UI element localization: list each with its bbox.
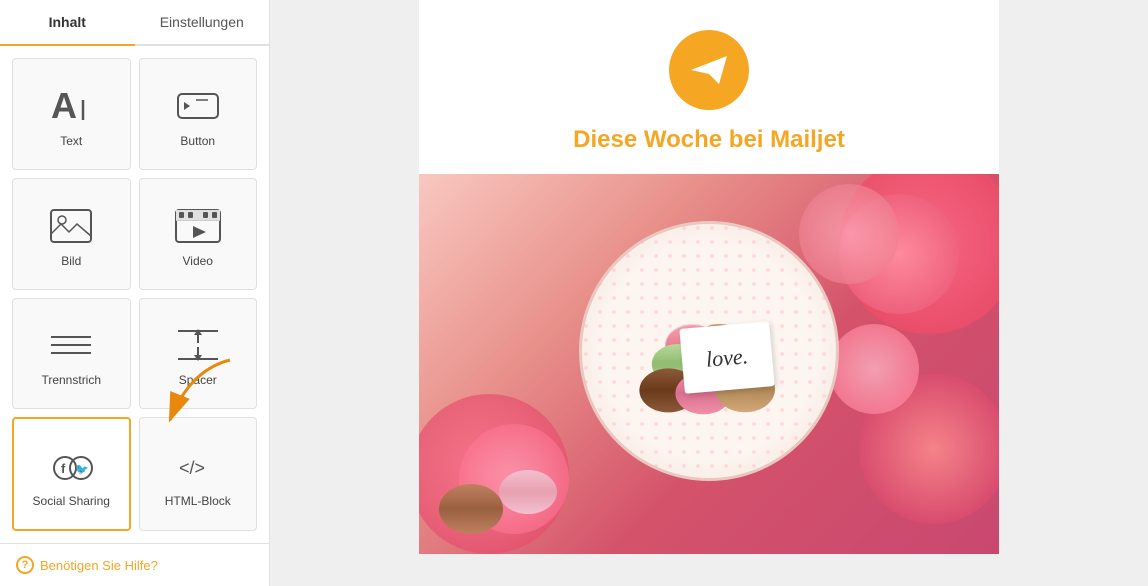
widget-bild[interactable]: Bild [12, 178, 131, 290]
widget-social-label: Social Sharing [33, 494, 110, 508]
widget-grid: A Text Button Bild [0, 46, 269, 543]
svg-text:</>: </> [179, 458, 205, 478]
text-icon: A [47, 86, 95, 126]
widget-html-label: HTML-Block [165, 494, 231, 508]
question-icon: ? [16, 556, 34, 574]
widget-text[interactable]: A Text [12, 58, 131, 170]
widget-button-label: Button [180, 134, 215, 148]
widget-button[interactable]: Button [139, 58, 258, 170]
widget-trennstrich[interactable]: Trennstrich [12, 298, 131, 410]
social-icon: f 🐦 [47, 446, 95, 486]
divider-icon [47, 325, 95, 365]
tab-inhalt[interactable]: Inhalt [0, 0, 135, 46]
tab-einstellungen[interactable]: Einstellungen [135, 0, 270, 44]
svg-text:🐦: 🐦 [75, 464, 89, 476]
email-title: Diese Woche bei Mailjet [573, 126, 845, 154]
spacer-icon [174, 325, 222, 365]
help-label: Benötigen Sie Hilfe? [40, 558, 158, 573]
widget-trennstrich-label: Trennstrich [41, 373, 101, 387]
image-icon [47, 206, 95, 246]
sidebar-tabs: Inhalt Einstellungen [0, 0, 269, 46]
logo-icon [687, 48, 731, 92]
video-icon [174, 206, 222, 246]
svg-text:A: A [51, 86, 77, 126]
email-header: Diese Woche bei Mailjet [419, 0, 999, 174]
sidebar: Inhalt Einstellungen A Text Button [0, 0, 270, 586]
widget-video-label: Video [183, 254, 213, 268]
widget-spacer[interactable]: Spacer [139, 298, 258, 410]
logo-circle [669, 30, 749, 110]
widget-text-label: Text [60, 134, 82, 148]
main-content: Diese Woche bei Mailjet love. [270, 0, 1148, 586]
help-link[interactable]: ? Benötigen Sie Hilfe? [16, 556, 253, 574]
email-preview: Diese Woche bei Mailjet love. [419, 0, 999, 554]
widget-spacer-label: Spacer [179, 373, 217, 387]
widget-html-block[interactable]: </> HTML-Block [139, 417, 258, 531]
love-card: love. [679, 321, 774, 394]
svg-text:f: f [61, 461, 66, 476]
html-icon: </> [174, 446, 222, 486]
button-icon [174, 86, 222, 126]
widget-social-sharing[interactable]: f 🐦 Social Sharing [12, 417, 131, 531]
email-image: love. [419, 174, 999, 554]
help-section: ? Benötigen Sie Hilfe? [0, 543, 269, 586]
widget-video[interactable]: Video [139, 178, 258, 290]
widget-bild-label: Bild [61, 254, 81, 268]
